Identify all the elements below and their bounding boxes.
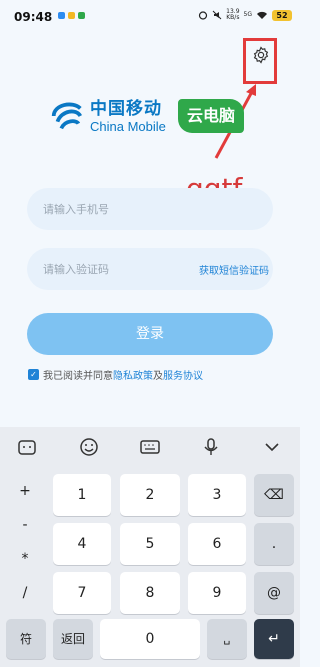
- get-sms-code-button[interactable]: 获取短信验证码: [199, 262, 269, 277]
- key-0[interactable]: 0: [100, 619, 200, 659]
- keyboard-style-icon[interactable]: [17, 437, 37, 457]
- code-input[interactable]: [43, 248, 193, 290]
- microphone-icon[interactable]: [201, 437, 221, 457]
- agreement-conjunction: 及: [153, 371, 163, 382]
- login-button[interactable]: 登录: [27, 313, 273, 355]
- china-mobile-logo: 中国移动 China Mobile: [48, 95, 166, 137]
- agreement-checkbox[interactable]: ✓: [28, 369, 39, 380]
- keyboard-toolbar: [0, 427, 300, 467]
- symbols-key[interactable]: 符: [6, 619, 46, 659]
- key-dot[interactable]: .: [254, 523, 294, 565]
- key-2[interactable]: 2: [120, 474, 180, 516]
- key-3[interactable]: 3: [188, 474, 246, 516]
- phone-input[interactable]: [43, 188, 193, 230]
- gear-icon[interactable]: [252, 46, 270, 64]
- space-key[interactable]: ␣: [207, 619, 247, 659]
- mute-icon: [212, 10, 222, 20]
- key-at[interactable]: @: [254, 572, 294, 614]
- key-slash[interactable]: /: [0, 585, 50, 601]
- key-plus[interactable]: +: [0, 483, 50, 499]
- code-field[interactable]: 获取短信验证码: [27, 248, 273, 290]
- key-8[interactable]: 8: [120, 572, 180, 614]
- key-minus[interactable]: -: [0, 517, 50, 533]
- battery-indicator: 52: [272, 9, 292, 21]
- privacy-policy-link[interactable]: 隐私政策: [113, 367, 153, 382]
- key-asterisk[interactable]: *: [0, 551, 50, 567]
- app-notification-icon: [58, 12, 65, 19]
- key-5[interactable]: 5: [120, 523, 180, 565]
- status-indicators: 13.9 KB/s 5G 52: [198, 9, 292, 21]
- alarm-icon: [199, 11, 208, 20]
- china-mobile-logo-icon: [51, 102, 82, 130]
- enter-key[interactable]: ↵: [254, 619, 294, 659]
- keyboard-icon[interactable]: [140, 437, 160, 457]
- status-time: 09:48: [14, 10, 53, 24]
- network-type: 5G: [243, 11, 252, 18]
- notification-icons: [58, 12, 85, 19]
- emoji-icon[interactable]: [79, 437, 99, 457]
- key-4[interactable]: 4: [53, 523, 111, 565]
- app-notification-icon: [68, 12, 75, 19]
- network-speed: 13.9 KB/s: [226, 8, 240, 21]
- service-agreement-link[interactable]: 服务协议: [163, 367, 203, 382]
- app-notification-icon: [78, 12, 85, 19]
- brand-name-en: China Mobile: [90, 118, 166, 134]
- cloud-computer-badge: 云电脑: [178, 99, 244, 133]
- status-bar: 09:48 13.9 KB/s 5G 52: [0, 0, 300, 34]
- chevron-down-icon[interactable]: [262, 437, 282, 457]
- brand-name-cn: 中国移动: [90, 98, 162, 119]
- key-1[interactable]: 1: [53, 474, 111, 516]
- numeric-keyboard: + - * / 1 2 3 4 5 6 7 8 9 ⌫ . @ 符 返回 0 ␣…: [0, 427, 300, 667]
- back-key[interactable]: 返回: [53, 619, 93, 659]
- phone-field[interactable]: [27, 188, 273, 230]
- wifi-icon: [257, 11, 267, 19]
- agreement-row: ✓ 我已阅读并同意 隐私政策 及 服务协议: [28, 367, 203, 382]
- settings-highlight-box: [243, 38, 277, 84]
- agreement-prefix: 我已阅读并同意: [43, 371, 113, 382]
- key-9[interactable]: 9: [188, 572, 246, 614]
- key-7[interactable]: 7: [53, 572, 111, 614]
- key-6[interactable]: 6: [188, 523, 246, 565]
- backspace-key[interactable]: ⌫: [254, 474, 294, 516]
